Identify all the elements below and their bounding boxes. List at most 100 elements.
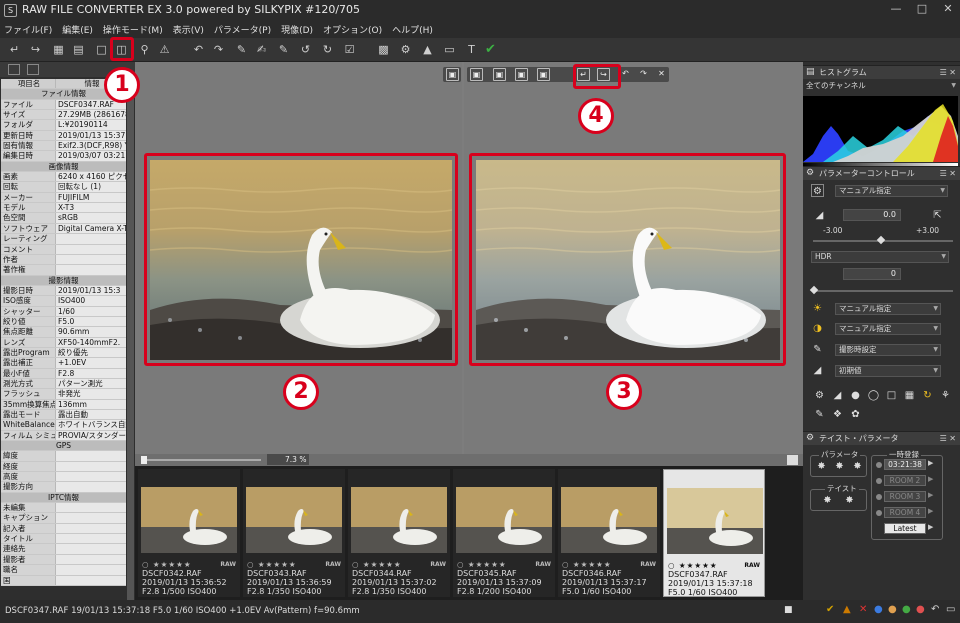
info-row[interactable]: WhiteBalance ホワイトバランス自動 <box>1 420 126 431</box>
status-trash-icon[interactable]: ▭ <box>946 604 955 615</box>
tool-sphere-icon[interactable]: ● <box>849 389 862 402</box>
tool-heal-icon[interactable]: ❖ <box>831 408 844 421</box>
minimize-button[interactable]: — <box>884 2 908 18</box>
close-window-button[interactable]: ✕ <box>936 2 960 18</box>
room-3-button[interactable]: ROOM 3 <box>884 491 926 502</box>
info-row[interactable]: シャッター 1/60 <box>1 306 126 317</box>
panel-menu-icon[interactable]: ☰ ✕ <box>940 66 956 79</box>
taste-icon-1[interactable]: ✸ <box>821 494 834 507</box>
info-row[interactable]: 露出モード 露出自動 <box>1 410 126 421</box>
status-orange-icon[interactable]: ● <box>888 604 897 615</box>
view-mode-3-icon[interactable]: ▣ <box>537 68 550 81</box>
latest-arrow-icon[interactable]: ▶ <box>928 523 933 531</box>
taste-header[interactable]: ⚙ テイスト・パラメータ ☰ ✕ <box>803 431 960 445</box>
noise-reduction-select[interactable]: 初期値 ▼ <box>835 365 941 377</box>
display-icon[interactable]: ▭ <box>441 41 458 58</box>
info-row[interactable]: メーカー FUJIFILM <box>1 192 126 204</box>
info-row[interactable]: 作者 <box>1 254 126 266</box>
status-back-icon[interactable]: ↶ <box>931 604 939 615</box>
param-icon-2[interactable]: ✸ <box>833 460 846 473</box>
info-section-header[interactable]: IPTC情報 <box>1 492 126 504</box>
tool-refresh-icon[interactable]: ↻ <box>921 389 934 402</box>
info-row[interactable]: フィルム シミュレーションPROVIA/スタンダード <box>1 430 126 442</box>
param-icon-1[interactable]: ✸ <box>815 460 828 473</box>
info-row[interactable]: ソフトウェア Digital Camera X-T <box>1 223 126 235</box>
info-row[interactable]: 回転 回転なし (1) <box>1 182 126 193</box>
info-row[interactable]: 絞り値 F5.0 <box>1 316 126 328</box>
info-section-header[interactable]: 撮影情報 <box>1 275 126 286</box>
info-section-header[interactable]: 画像情報 <box>1 161 126 173</box>
info-row[interactable]: 撮影方向 <box>1 482 126 493</box>
fullscreen-icon[interactable] <box>787 455 798 465</box>
info-row[interactable]: モデル X-T3 <box>1 203 126 214</box>
info-row[interactable]: 露出補正 +1.0EV <box>1 358 126 369</box>
fit-icon[interactable]: ▣ <box>446 68 459 81</box>
exposure-reset-icon[interactable]: ⇱ <box>931 209 944 222</box>
info-row[interactable]: コメント <box>1 244 126 255</box>
info-row[interactable]: 撮影日時 2019/01/13 15:3 <box>1 285 126 297</box>
info-row[interactable]: ISO感度 ISO400 <box>1 296 126 307</box>
thumbnail[interactable]: ○ ★★★★★ RAW DSCF0344.RAF 2019/01/13 15:37:0… <box>348 469 450 597</box>
tool-rotate-icon[interactable]: ▦ <box>903 389 916 402</box>
info-row[interactable]: サイズ 27.29MB (2861678 <box>1 110 126 121</box>
rating-stars-icon[interactable]: ○ ★★★★★ <box>142 560 192 569</box>
info-row[interactable]: レンズ XF50-140mmF2. <box>1 337 126 348</box>
info-row[interactable]: 国 <box>1 575 126 586</box>
info-row[interactable]: 職名 <box>1 565 126 576</box>
info-row[interactable]: 緯度 <box>1 451 126 462</box>
zoom-slider-knob[interactable] <box>141 456 147 464</box>
check-ok-icon[interactable]: ✔ <box>482 41 499 58</box>
pane-close-icon[interactable]: ✕ <box>655 68 668 81</box>
info-row[interactable]: 焦点距離 90.6mm <box>1 327 126 338</box>
redo-icon[interactable]: ↷ <box>210 41 227 58</box>
info-row[interactable]: 最小F値 F2.8 <box>1 368 126 379</box>
tone-select[interactable]: マニュアル指定 ▼ <box>835 323 941 335</box>
text-tool-icon[interactable]: T <box>463 41 480 58</box>
view-mode-1-icon[interactable]: ▣ <box>493 68 506 81</box>
tool-lens-icon[interactable]: ◯ <box>867 389 880 402</box>
status-x-icon[interactable]: ✕ <box>859 604 867 615</box>
white-balance-select[interactable]: マニュアル指定 ▼ <box>835 303 941 315</box>
rating-stars-icon[interactable]: ○ ★★★★★ <box>352 560 402 569</box>
info-row[interactable]: タイトル <box>1 534 126 545</box>
comment-tab-icon[interactable] <box>27 64 39 75</box>
room-4-arrow-icon[interactable]: ▶ <box>928 507 933 515</box>
info-row[interactable]: 固有情報 Exif2.3(DCF,R98) Y <box>1 141 126 152</box>
apply-param-icon[interactable]: ✎ <box>275 41 292 58</box>
info-row[interactable]: 未編集 <box>1 503 126 514</box>
histogram-header[interactable]: ▤ ヒストグラム ☰ ✕ <box>803 65 960 79</box>
tool-crop-icon[interactable]: □ <box>885 389 898 402</box>
zoom-icon[interactable]: ⚲ <box>136 41 153 58</box>
zoom-slider[interactable] <box>141 459 261 461</box>
info-row[interactable]: 更新日時2019/01/13 15:37:18 <box>1 130 126 142</box>
param-control-header[interactable]: ⚙ パラメーターコントロール ☰ ✕ <box>803 166 960 180</box>
thumbnail[interactable]: ○ ★★★★★ RAW DSCF0342.RAF 2019/01/13 15:36:5… <box>138 469 240 597</box>
info-row[interactable]: 高度 <box>1 472 126 483</box>
warning-icon[interactable]: ⚠ <box>156 41 173 58</box>
hdr-slider-knob[interactable] <box>809 285 819 295</box>
print-icon[interactable]: ▲ <box>419 41 436 58</box>
menu-file[interactable]: ファイル(F) <box>0 21 56 38</box>
tool-brush-icon[interactable]: ✎ <box>813 408 826 421</box>
histogram-channel-select[interactable]: 全てのチャンネル ▼ <box>803 81 958 93</box>
info-row[interactable]: 撮影者 <box>1 554 126 566</box>
taste-panel-menu-icon[interactable]: ☰ ✕ <box>940 432 956 445</box>
info-row[interactable]: ファイル DSCF0347.RAF <box>1 99 126 111</box>
info-row[interactable]: 画素6240 x 4160 ピクセル <box>1 172 126 183</box>
room-4-button[interactable]: ROOM 4 <box>884 507 926 518</box>
room-2-arrow-icon[interactable]: ▶ <box>928 475 933 483</box>
info-row[interactable]: キャプション <box>1 513 126 524</box>
rating-stars-icon[interactable]: ○ ★★★★★ <box>562 560 612 569</box>
tool-color-icon[interactable]: ⚙ <box>813 389 826 402</box>
menu-parameter[interactable]: パラメータ(P) <box>210 21 275 38</box>
room-1-button[interactable]: 03:21:38 <box>884 459 926 470</box>
prev-image-icon[interactable]: ↵ <box>6 41 23 58</box>
info-scrollbar[interactable] <box>127 79 134 600</box>
status-tool-icon[interactable]: ■ <box>784 605 793 615</box>
status-folder-icon[interactable]: ▲ <box>843 604 851 615</box>
menu-view[interactable]: 表示(V) <box>169 21 208 38</box>
single-view-icon[interactable]: □ <box>93 41 110 58</box>
status-check-icon[interactable]: ✔ <box>826 604 834 615</box>
thumbnail[interactable]: ○ ★★★★★ RAW DSCF0347.RAF 2019/01/13 15:37:1… <box>663 469 765 597</box>
paste-param-icon[interactable]: ✍ <box>253 41 270 58</box>
